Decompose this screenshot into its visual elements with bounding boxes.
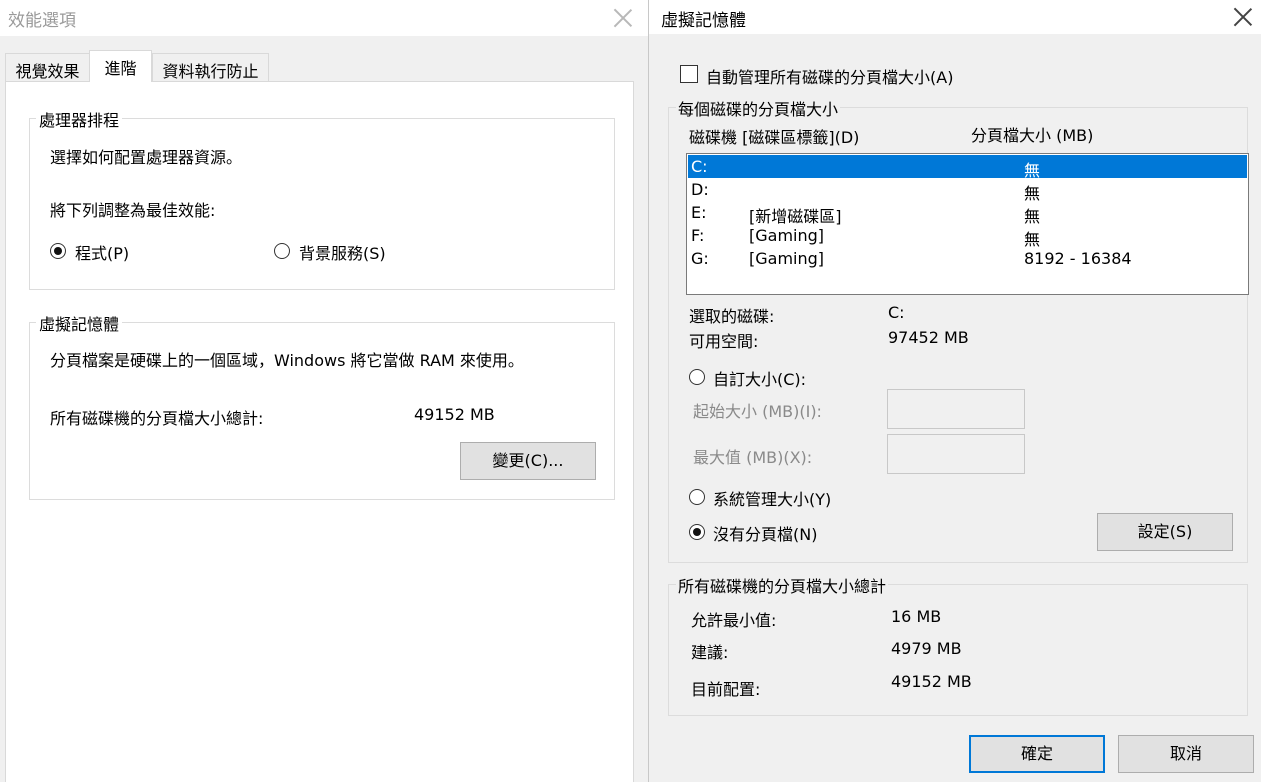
background-services-label[interactable]: 背景服務(S) [299, 240, 386, 264]
processor-desc: 選擇如何配置處理器資源。 [50, 148, 243, 167]
custom-size-radio[interactable] [689, 369, 705, 385]
dialog-title: 虛擬記憶體 [661, 11, 746, 31]
tab-dep[interactable]: 資料執行防止 [152, 53, 269, 81]
window-title: 效能選項 [8, 11, 76, 31]
virtual-memory-legend: 虛擬記憶體 [36, 311, 123, 335]
drive-letter: D: [691, 180, 709, 199]
auto-manage-checkbox[interactable] [680, 65, 698, 83]
drive-letter: F: [691, 226, 705, 245]
max-size-input[interactable] [887, 434, 1025, 474]
total-paging-label: 所有磁碟機的分頁檔大小總計: [50, 409, 264, 428]
processor-scheduling-group: 處理器排程 選擇如何配置處理器資源。 將下列調整為最佳效能: 程式(P) 背景服… [29, 107, 615, 290]
auto-manage-label[interactable]: 自動管理所有磁碟的分頁檔大小(A) [706, 64, 953, 88]
selected-drive-value: C: [888, 303, 905, 322]
title-bar: 效能選項 [0, 0, 648, 36]
drive-column-header: 磁碟機 [磁碟區標籤](D) [689, 128, 860, 147]
drive-size: 8192 - 16384 [1024, 249, 1132, 268]
drive-row[interactable]: C: 無 [688, 155, 1247, 180]
virtual-memory-dialog: 虛擬記憶體 自動管理所有磁碟的分頁檔大小(A) 每個磁碟的分頁檔大小 磁碟機 [… [648, 0, 1261, 782]
virtual-memory-group: 虛擬記憶體 分頁檔案是硬碟上的一個區域，Windows 將它當做 RAM 來使用… [29, 311, 615, 500]
no-paging-file-radio[interactable] [689, 524, 705, 540]
totals-legend: 所有磁碟機的分頁檔大小總計 [676, 573, 889, 597]
dialog-title-bar: 虛擬記憶體 [649, 0, 1261, 34]
ok-button[interactable]: 確定 [969, 735, 1105, 773]
initial-size-label: 起始大小 (MB)(I): [693, 402, 822, 421]
drive-label: [Gaming] [749, 249, 825, 268]
min-allowed-value: 16 MB [891, 607, 942, 626]
custom-size-label[interactable]: 自訂大小(C): [713, 366, 806, 390]
processor-scheduling-legend: 處理器排程 [36, 107, 123, 131]
cancel-button[interactable]: 取消 [1118, 735, 1254, 773]
free-space-label: 可用空間: [689, 332, 759, 351]
tab-visual-effects[interactable]: 視覺效果 [5, 53, 90, 81]
advanced-tab-panel: 處理器排程 選擇如何配置處理器資源。 將下列調整為最佳效能: 程式(P) 背景服… [5, 81, 634, 782]
background-services-radio[interactable] [274, 243, 290, 259]
selected-drive-label: 選取的磁碟: [689, 307, 775, 326]
recommended-value: 4979 MB [891, 639, 962, 658]
programs-radio[interactable] [50, 243, 66, 259]
drive-letter: C: [691, 157, 708, 176]
free-space-value: 97452 MB [888, 328, 969, 347]
max-size-label: 最大值 (MB)(X): [693, 448, 813, 467]
set-button[interactable]: 設定(S) [1097, 513, 1233, 551]
recommended-label: 建議: [691, 643, 729, 662]
no-paging-file-label[interactable]: 沒有分頁檔(N) [713, 521, 817, 545]
drive-letter: G: [691, 249, 709, 268]
size-column-header: 分頁檔大小 (MB) [971, 126, 1094, 145]
initial-size-input[interactable] [887, 389, 1025, 429]
system-managed-label[interactable]: 系統管理大小(Y) [713, 486, 831, 510]
drive-row[interactable]: E: [新增磁碟區] 無 [688, 201, 1247, 226]
drive-row[interactable]: F: [Gaming] 無 [688, 224, 1247, 249]
drive-letter: E: [691, 203, 707, 222]
close-icon[interactable] [1233, 7, 1253, 27]
system-managed-radio[interactable] [689, 489, 705, 505]
drive-label: [Gaming] [749, 226, 825, 245]
drive-list[interactable]: C: 無 D: 無 E: [新增磁碟區] 無 F: [Gaming] 無 G: … [686, 153, 1249, 295]
current-allocated-label: 目前配置: [691, 680, 761, 699]
per-drive-legend: 每個磁碟的分頁檔大小 [676, 96, 841, 120]
adjust-label: 將下列調整為最佳效能: [50, 201, 216, 220]
vm-desc: 分頁檔案是硬碟上的一個區域，Windows 將它當做 RAM 來使用。 [50, 351, 524, 370]
performance-options-window: 效能選項 視覺效果 進階 資料執行防止 處理器排程 選擇如何配置處理器資源。 將… [0, 0, 648, 782]
tab-advanced[interactable]: 進階 [89, 50, 152, 82]
change-button[interactable]: 變更(C)... [460, 442, 596, 480]
drive-row[interactable]: D: 無 [688, 178, 1247, 203]
current-allocated-value: 49152 MB [891, 672, 972, 691]
programs-label[interactable]: 程式(P) [75, 240, 129, 264]
drive-row[interactable]: G: [Gaming] 8192 - 16384 [688, 247, 1247, 270]
min-allowed-label: 允許最小值: [691, 611, 777, 630]
total-paging-value: 49152 MB [414, 405, 495, 424]
close-icon[interactable] [613, 8, 633, 28]
